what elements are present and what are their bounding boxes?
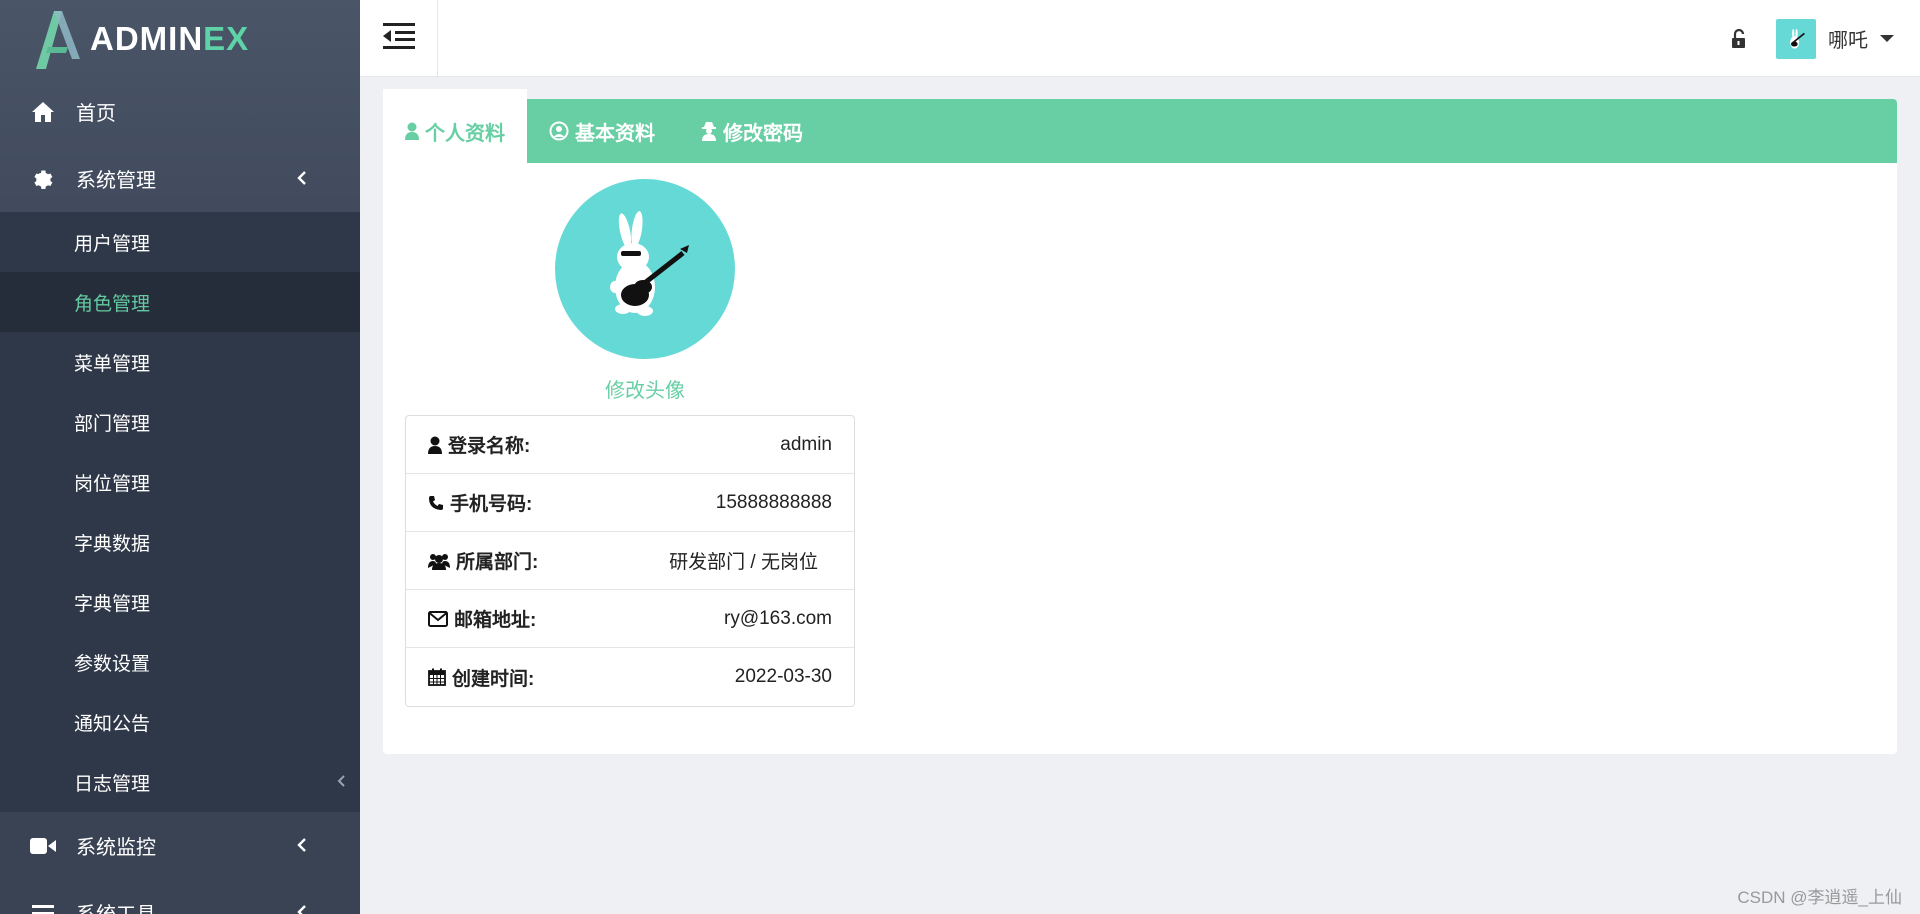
tab-change-password[interactable]: 修改密码 [701, 99, 803, 163]
phone-icon [429, 495, 443, 510]
brand-name: ADMINEX [90, 20, 250, 57]
sidebar-item-label: 用户管理 [74, 233, 151, 255]
label-text: 创建时间: [452, 668, 535, 690]
sidebar-item-user-management[interactable]: 用户管理 [0, 212, 360, 272]
sidebar-item-label: 通知公告 [74, 713, 151, 735]
caret-down-icon[interactable] [1880, 35, 1894, 42]
gear-icon [30, 166, 56, 192]
indent-icon [382, 23, 415, 54]
email-value: ry@163.com [724, 607, 832, 629]
users-icon [428, 553, 450, 570]
calendar-icon [428, 668, 446, 686]
profile-info-list: 登录名称: admin 手机号码: 15888888888 所属部门: 研发部门… [405, 415, 855, 707]
tab-basic-info[interactable]: 基本资料 [549, 99, 655, 163]
sidebar-lower: 系统监控 系统工具 [0, 812, 360, 914]
sidebar-item-menu-management[interactable]: 菜单管理 [0, 332, 360, 392]
sidebar-item-label: 岗位管理 [74, 473, 151, 495]
unlock-icon[interactable] [1728, 28, 1750, 50]
list-item: 手机号码: 15888888888 [406, 474, 854, 532]
list-item: 创建时间: 2022-03-30 [406, 648, 854, 706]
sidebar-item-label: 部门管理 [74, 413, 151, 435]
field-label: 手机号码: [428, 489, 532, 516]
user-icon [405, 122, 419, 140]
sidebar-item-home[interactable]: 首页 [0, 78, 360, 145]
header-user-area: 哪吒 [1728, 0, 1894, 77]
chevron-left-icon [296, 900, 308, 914]
chevron-left-icon [296, 833, 308, 859]
user-circle-icon [549, 121, 569, 141]
change-avatar-link[interactable]: 修改头像 [555, 374, 735, 403]
user-secret-icon [702, 122, 716, 141]
created-time-value: 2022-03-30 [734, 666, 832, 687]
label-text: 手机号码: [450, 494, 533, 515]
list-item: 登录名称: admin [406, 416, 854, 474]
sidebar-item-label: 系统监控 [76, 837, 156, 859]
system-management-submenu: 用户管理 角色管理 菜单管理 部门管理 岗位管理 字典数据 字典管理 参数设置 … [0, 212, 360, 812]
tab-label: 基本资料 [575, 122, 655, 145]
field-label: 邮箱地址: [428, 605, 536, 632]
chevron-left-icon [336, 772, 346, 793]
label-text: 邮箱地址: [454, 610, 537, 631]
profile-card: 个人资料 基本资料 修改密码 修改头像 登录名称: admin 手机号码: 15… [383, 89, 1897, 754]
sidebar-item-label: 系统管理 [76, 170, 156, 192]
envelope-icon [428, 610, 448, 627]
sidebar-item-label: 系统工具 [76, 898, 156, 914]
list-icon [30, 900, 56, 914]
sidebar-item-label: 日志管理 [74, 773, 151, 795]
user-name[interactable]: 哪吒 [1828, 24, 1868, 53]
label-text: 登录名称: [448, 436, 531, 457]
tab-personal-info[interactable]: 个人资料 [383, 89, 527, 163]
rabbit-guitar-illustration [610, 211, 689, 316]
sidebar-item-department-management[interactable]: 部门管理 [0, 392, 360, 452]
sidebar-toggle-button[interactable] [360, 0, 438, 77]
sidebar-item-system-tools[interactable]: 系统工具 [0, 879, 360, 914]
chevron-left-icon [296, 166, 308, 192]
list-item: 邮箱地址: ry@163.com [406, 590, 854, 648]
sidebar-item-notice[interactable]: 通知公告 [0, 692, 360, 752]
user-icon [428, 436, 442, 454]
brand-logo[interactable]: ADMINEX [0, 0, 360, 78]
watermark: CSDN @李逍遥_上仙 [1737, 888, 1902, 907]
field-label: 所属部门: [428, 547, 538, 574]
sidebar-item-dict-data[interactable]: 字典数据 [0, 512, 360, 572]
sidebar-item-parameter-settings[interactable]: 参数设置 [0, 632, 360, 692]
sidebar-item-role-management[interactable]: 角色管理 [0, 272, 360, 332]
sidebar-item-label: 菜单管理 [74, 353, 151, 375]
top-header: 哪吒 [360, 0, 1920, 77]
sidebar-item-system-management[interactable]: 系统管理 [0, 145, 360, 212]
label-text: 所属部门: [456, 552, 539, 573]
sidebar-item-label: 首页 [76, 103, 116, 125]
sidebar-item-label: 字典管理 [74, 593, 151, 615]
department-value: 研发部门 / 无岗位 [669, 552, 818, 573]
video-icon [30, 833, 56, 859]
field-label: 创建时间: [428, 664, 534, 691]
phone-value: 15888888888 [715, 491, 832, 513]
logo-icon [28, 9, 82, 69]
sidebar-item-label: 参数设置 [74, 653, 151, 675]
home-icon [30, 99, 56, 125]
sidebar: ADMINEX 首页 系统管理 用户管理 角色管理 菜单管理 部门管理 岗位管理… [0, 0, 360, 914]
tab-bar: 个人资料 基本资料 修改密码 [383, 89, 1897, 163]
login-name-value: admin [780, 433, 832, 455]
tab-label: 修改密码 [723, 122, 803, 145]
sidebar-item-label: 角色管理 [74, 293, 151, 315]
sidebar-item-log-management[interactable]: 日志管理 [0, 752, 360, 812]
sidebar-item-system-monitor[interactable]: 系统监控 [0, 812, 360, 879]
sidebar-item-dict-management[interactable]: 字典管理 [0, 572, 360, 632]
sidebar-item-post-management[interactable]: 岗位管理 [0, 452, 360, 512]
avatar[interactable] [1776, 18, 1816, 59]
sidebar-item-label: 字典数据 [74, 533, 151, 555]
tab-label: 个人资料 [425, 122, 505, 145]
profile-avatar[interactable] [555, 179, 735, 359]
field-label: 登录名称: [428, 431, 530, 458]
list-item: 所属部门: 研发部门 / 无岗位 [406, 532, 854, 590]
